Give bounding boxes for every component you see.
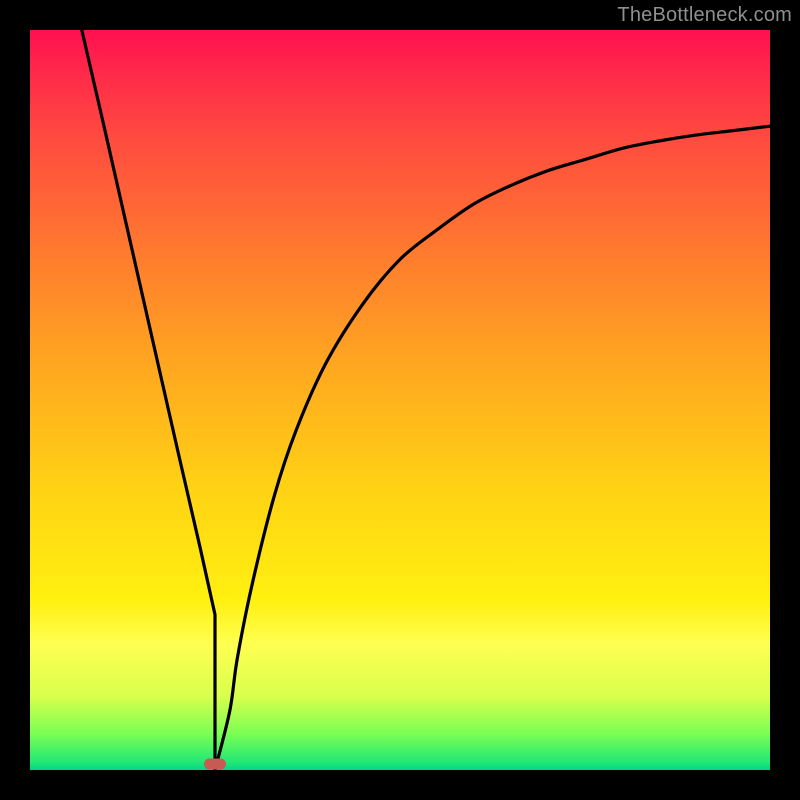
vertex-marker: [204, 759, 226, 770]
plot-area: [30, 30, 770, 770]
watermark-text: TheBottleneck.com: [617, 4, 792, 27]
chart-frame: TheBottleneck.com: [0, 0, 800, 800]
bottleneck-curve: [30, 30, 770, 770]
